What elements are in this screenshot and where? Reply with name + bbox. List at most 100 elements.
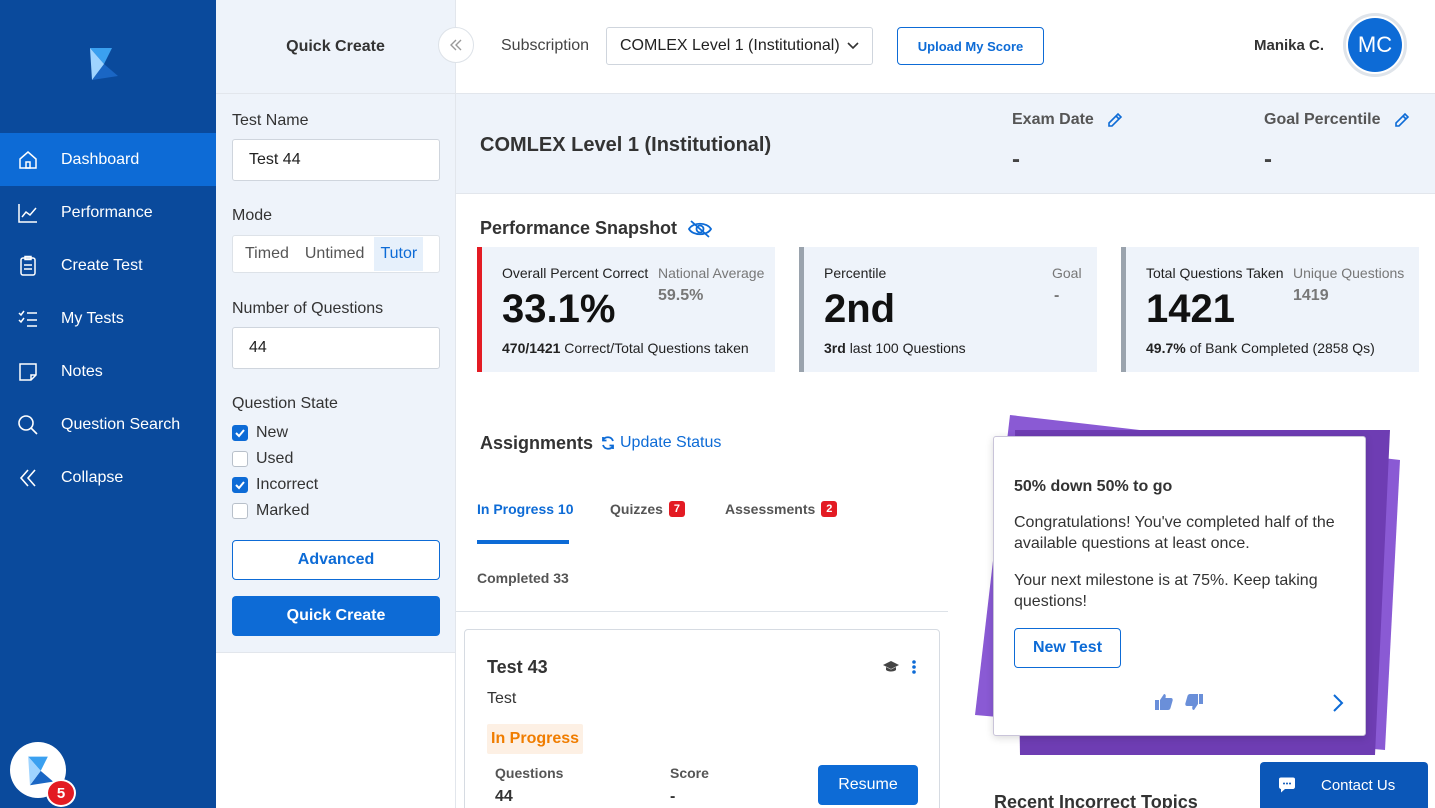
checkbox-new[interactable]: New — [232, 424, 288, 442]
double-chevron-left-icon — [450, 39, 462, 51]
avatar[interactable]: MC — [1343, 13, 1407, 77]
sidebar-item-label: Collapse — [61, 468, 124, 486]
checkbox-incorrect[interactable]: Incorrect — [232, 476, 318, 494]
more-options-icon[interactable] — [911, 659, 917, 675]
status-badge: In Progress — [487, 724, 584, 754]
milestone-card: 50% down 50% to go Congratulations! You'… — [993, 436, 1366, 736]
card-side-label: Unique Questions — [1293, 265, 1405, 281]
goal-percentile-text: Goal Percentile — [1264, 111, 1381, 128]
card-footer-bold: 3rd — [824, 340, 846, 356]
tab-label: Quizzes — [610, 501, 663, 517]
recent-incorrect-topics-title: Recent Incorrect Topics — [994, 792, 1198, 808]
checkbox-used[interactable]: Used — [232, 450, 293, 468]
chevron-right-icon[interactable] — [1332, 693, 1344, 713]
questions-label: Questions — [495, 765, 564, 781]
card-footer: 49.7% of Bank Completed (2858 Qs) — [1146, 340, 1375, 356]
sidebar-item-notes[interactable]: Notes — [0, 345, 216, 398]
exam-date-text: Exam Date — [1012, 111, 1094, 128]
card-side-value: - — [1054, 287, 1060, 304]
mode-label: Mode — [232, 207, 273, 224]
card-footer-text: Correct/Total Questions taken — [564, 340, 749, 356]
thumbs-up-icon[interactable] — [1154, 692, 1174, 712]
sidebar-item-dashboard[interactable]: Dashboard — [0, 133, 216, 186]
app-logo[interactable] — [82, 44, 120, 82]
mode-timed[interactable]: Timed — [239, 237, 295, 271]
test-card-subtitle: Test — [487, 690, 517, 707]
sidebar-item-create-test[interactable]: Create Test — [0, 239, 216, 292]
checkbox-empty-icon — [232, 451, 248, 467]
quizzes-count-badge: 7 — [668, 501, 686, 517]
thumbs-down-icon[interactable] — [1184, 692, 1204, 712]
sidebar-item-my-tests[interactable]: My Tests — [0, 292, 216, 345]
checkbox-label: Incorrect — [256, 476, 319, 493]
tab-assessments[interactable]: Assessments 2 — [725, 501, 838, 517]
resume-button[interactable]: Resume — [818, 765, 918, 805]
card-footer: 470/1421 Correct/Total Questions taken — [502, 340, 749, 356]
sidebar-item-label: Dashboard — [61, 150, 140, 168]
quick-create-form: Test Name Test 44 Mode Timed Untimed Tut… — [216, 94, 455, 653]
subscription-value: COMLEX Level 1 (Institutional) — [620, 37, 840, 54]
checkbox-label: New — [256, 424, 289, 441]
edit-exam-date-icon[interactable] — [1106, 111, 1124, 129]
sidebar-item-question-search[interactable]: Question Search — [0, 398, 216, 451]
subscription-label: Subscription — [501, 37, 590, 54]
checkbox-marked[interactable]: Marked — [232, 502, 309, 520]
quick-create-button[interactable]: Quick Create — [232, 596, 440, 636]
milestone-message: Congratulations! You've completed half o… — [1014, 514, 1335, 552]
performance-snapshot-title: Performance Snapshot — [480, 218, 713, 239]
user-name: Manika C. — [1254, 37, 1325, 54]
chat-icon — [1279, 777, 1295, 793]
percentile-card: Percentile Goal - 2nd 3rd last 100 Quest… — [799, 247, 1097, 372]
card-footer-text: last 100 Questions — [849, 340, 966, 356]
sidebar-item-collapse[interactable]: Collapse — [0, 451, 216, 504]
sidebar-item-label: Create Test — [61, 256, 143, 274]
sidebar-nav: Dashboard Performance Create Test My Tes… — [0, 133, 216, 504]
collapse-panel-button[interactable] — [438, 27, 474, 63]
update-status-label: Update Status — [620, 434, 722, 451]
questions-value: 44 — [495, 788, 513, 805]
tab-label: In Progress 10 — [477, 501, 574, 517]
score-value: - — [670, 788, 676, 805]
tab-in-progress[interactable]: In Progress 10 — [477, 501, 574, 517]
goal-percentile-label: Goal Percentile — [1264, 111, 1411, 129]
tab-quizzes[interactable]: Quizzes 7 — [610, 501, 686, 517]
card-side-value: 59.5% — [658, 287, 704, 304]
advanced-button[interactable]: Advanced — [232, 540, 440, 580]
card-label: Percentile — [824, 265, 887, 281]
exam-date-value: - — [1012, 146, 1020, 173]
milestone-title: 50% down 50% to go — [1014, 478, 1173, 495]
mode-selector: Timed Untimed Tutor — [232, 235, 440, 273]
checkbox-checked-icon — [232, 477, 248, 493]
exam-date-label: Exam Date — [1012, 111, 1124, 129]
card-big-value: 2nd — [824, 287, 896, 331]
card-footer: 3rd last 100 Questions — [824, 340, 966, 356]
assessments-count-badge: 2 — [821, 501, 838, 517]
mode-tutor[interactable]: Tutor — [374, 237, 424, 271]
test-card: Test 43 Test In Progress Questions 44 Sc… — [464, 629, 940, 808]
new-test-button[interactable]: New Test — [1014, 628, 1121, 668]
chevron-down-icon — [847, 42, 859, 50]
sidebar-item-label: Question Search — [61, 415, 181, 433]
eye-slash-icon[interactable] — [687, 219, 713, 239]
sidebar-item-performance[interactable]: Performance — [0, 186, 216, 239]
num-questions-input[interactable]: 44 — [232, 327, 440, 369]
checkbox-checked-icon — [232, 425, 248, 441]
test-name-input[interactable]: Test 44 — [232, 139, 440, 181]
edit-goal-icon[interactable] — [1393, 111, 1411, 129]
tabs-divider — [456, 611, 948, 612]
avatar-initials: MC — [1348, 18, 1402, 72]
checkbox-empty-icon — [232, 503, 248, 519]
mode-untimed[interactable]: Untimed — [299, 237, 371, 271]
num-questions-label: Number of Questions — [232, 300, 384, 317]
double-chevron-left-icon — [17, 467, 39, 489]
update-status-link[interactable]: Update Status — [600, 434, 721, 452]
card-label: Overall Percent Correct — [502, 265, 649, 281]
clipboard-icon — [17, 255, 39, 277]
subscription-select[interactable]: COMLEX Level 1 (Institutional) — [606, 27, 873, 65]
upload-score-button[interactable]: Upload My Score — [897, 27, 1044, 65]
contact-us-button[interactable]: Contact Us — [1260, 762, 1428, 808]
card-footer-bold: 49.7% — [1146, 340, 1186, 356]
tab-completed[interactable]: Completed 33 — [477, 570, 569, 586]
card-big-value: 33.1% — [502, 287, 616, 331]
checkbox-label: Used — [256, 450, 294, 467]
